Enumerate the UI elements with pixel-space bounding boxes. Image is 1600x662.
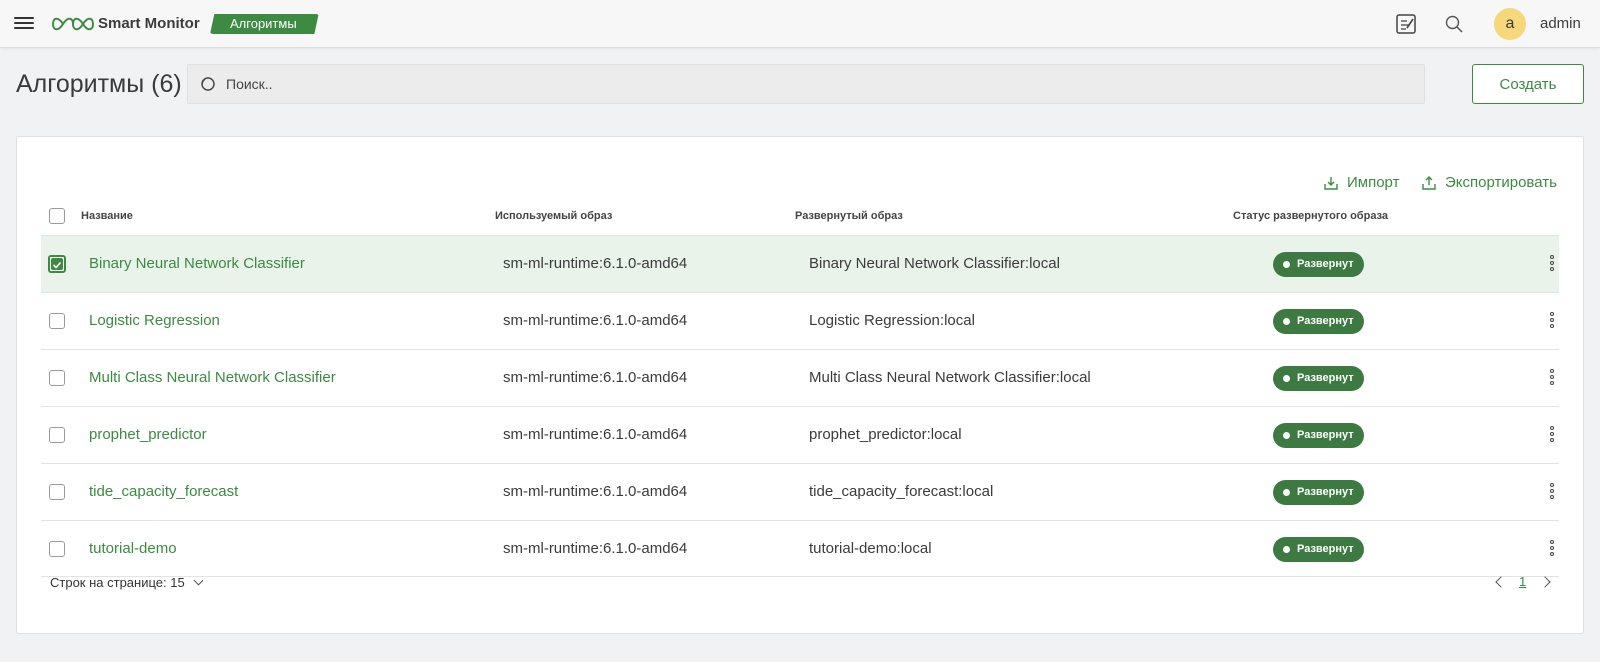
search-field[interactable] [187, 64, 1425, 104]
table-header: Название Используемый образ Развернутый … [41, 197, 1559, 235]
algorithm-name-link[interactable]: tide_capacity_forecast [89, 483, 238, 500]
top-bar: Smart Monitor Алгоритмы a admin [0, 0, 1600, 48]
status-label: Развернут [1297, 315, 1354, 327]
row-checkbox[interactable] [49, 484, 65, 500]
row-checkbox[interactable] [49, 313, 65, 329]
page-title: Алгоритмы (6) [16, 70, 182, 98]
status-badge: Развернут [1273, 309, 1364, 334]
notes-icon[interactable] [1395, 13, 1417, 35]
status-dot-icon [1283, 375, 1290, 382]
algorithm-name-link[interactable]: Multi Class Neural Network Classifier [89, 369, 336, 386]
search-icon [201, 77, 215, 91]
status-dot-icon [1283, 261, 1290, 268]
status-dot-icon [1283, 489, 1290, 496]
status-label: Развернут [1297, 372, 1354, 384]
import-icon [1324, 177, 1338, 190]
used-image: sm-ml-runtime:6.1.0-amd64 [503, 255, 688, 272]
app-name: Smart Monitor [98, 15, 200, 32]
kebab-icon[interactable] [1549, 312, 1555, 330]
table-row[interactable]: Multi Class Neural Network Classifier sm-… [41, 349, 1559, 406]
deployed-image: tide_capacity_forecast:local [809, 483, 994, 500]
used-image: sm-ml-runtime:6.1.0-amd64 [503, 369, 688, 386]
used-image: sm-ml-runtime:6.1.0-amd64 [503, 426, 688, 443]
status-badge: Развернут [1273, 252, 1364, 277]
row-checkbox[interactable] [49, 541, 65, 557]
row-checkbox[interactable] [49, 370, 65, 386]
kebab-icon[interactable] [1549, 369, 1555, 387]
status-dot-icon [1283, 318, 1290, 325]
status-label: Развернут [1297, 429, 1354, 441]
deployed-image: Multi Class Neural Network Classifier:lo… [809, 369, 1091, 386]
used-image: sm-ml-runtime:6.1.0-amd64 [503, 483, 688, 500]
avatar[interactable]: a [1494, 8, 1526, 40]
deployed-image: prophet_predictor:local [809, 426, 962, 443]
status-dot-icon [1283, 546, 1290, 553]
select-all-checkbox[interactable] [49, 208, 65, 224]
column-header-status[interactable]: Статус развернутого образа [1233, 210, 1388, 222]
column-header-image[interactable]: Используемый образ [495, 210, 612, 222]
rows-per-page-select[interactable]: Строк на странице: 15 [50, 575, 204, 590]
column-header-name[interactable]: Название [81, 210, 133, 222]
logo-icon [52, 17, 94, 31]
breadcrumb-badge[interactable]: Алгоритмы [210, 14, 319, 34]
kebab-icon[interactable] [1549, 483, 1555, 501]
status-label: Развернут [1297, 486, 1354, 498]
table-body: Binary Neural Network Classifier sm-ml-ru… [41, 235, 1559, 577]
status-badge: Развернут [1273, 537, 1364, 562]
row-checkbox[interactable] [48, 255, 66, 273]
deployed-image: Logistic Regression:local [809, 312, 975, 329]
table-row[interactable]: Logistic Regression sm-ml-runtime:6.1.0-a… [41, 292, 1559, 349]
rows-per-page-label: Строк на странице: 15 [50, 575, 185, 590]
algorithm-name-link[interactable]: Logistic Regression [89, 312, 220, 329]
export-label: Экспортировать [1445, 174, 1557, 191]
status-label: Развернут [1297, 543, 1354, 555]
status-badge: Развернут [1273, 366, 1364, 391]
used-image: sm-ml-runtime:6.1.0-amd64 [503, 540, 688, 557]
algorithm-name-link[interactable]: Binary Neural Network Classifier [89, 255, 305, 272]
export-icon [1422, 176, 1436, 190]
status-dot-icon [1283, 432, 1290, 439]
algorithm-name-link[interactable]: prophet_predictor [89, 426, 207, 443]
deployed-image: Binary Neural Network Classifier:local [809, 255, 1060, 272]
status-badge: Развернут [1273, 423, 1364, 448]
deployed-image: tutorial-demo:local [809, 540, 932, 557]
algorithms-table: Название Используемый образ Развернутый … [41, 197, 1559, 577]
status-label: Развернут [1297, 258, 1354, 270]
chevron-down-icon [193, 575, 204, 586]
row-checkbox[interactable] [49, 427, 65, 443]
search-icon[interactable] [1444, 14, 1464, 34]
algorithm-name-link[interactable]: tutorial-demo [89, 540, 177, 557]
search-input[interactable] [226, 65, 1406, 103]
page-number[interactable]: 1 [1519, 574, 1526, 589]
username[interactable]: admin [1540, 15, 1581, 32]
create-button[interactable]: Создать [1472, 64, 1584, 104]
column-header-deployed[interactable]: Развернутый образ [795, 210, 903, 222]
used-image: sm-ml-runtime:6.1.0-amd64 [503, 312, 688, 329]
status-badge: Развернут [1273, 480, 1364, 505]
kebab-icon[interactable] [1549, 255, 1555, 273]
kebab-icon[interactable] [1549, 426, 1555, 444]
table-row[interactable]: tutorial-demo sm-ml-runtime:6.1.0-amd64 tu… [41, 520, 1559, 577]
kebab-icon[interactable] [1549, 540, 1555, 558]
menu-icon[interactable] [14, 14, 34, 32]
export-button[interactable]: Экспортировать [1421, 173, 1557, 193]
import-button[interactable]: Импорт [1323, 173, 1399, 193]
chevron-right-icon[interactable] [1539, 576, 1551, 588]
algorithms-card: Импорт Экспортировать Название Используе… [16, 136, 1584, 634]
table-row[interactable]: tide_capacity_forecast sm-ml-runtime:6.1.… [41, 463, 1559, 520]
chevron-left-icon[interactable] [1495, 576, 1507, 588]
table-row[interactable]: Binary Neural Network Classifier sm-ml-ru… [41, 235, 1559, 292]
check-icon [51, 258, 63, 270]
table-row[interactable]: prophet_predictor sm-ml-runtime:6.1.0-amd… [41, 406, 1559, 463]
